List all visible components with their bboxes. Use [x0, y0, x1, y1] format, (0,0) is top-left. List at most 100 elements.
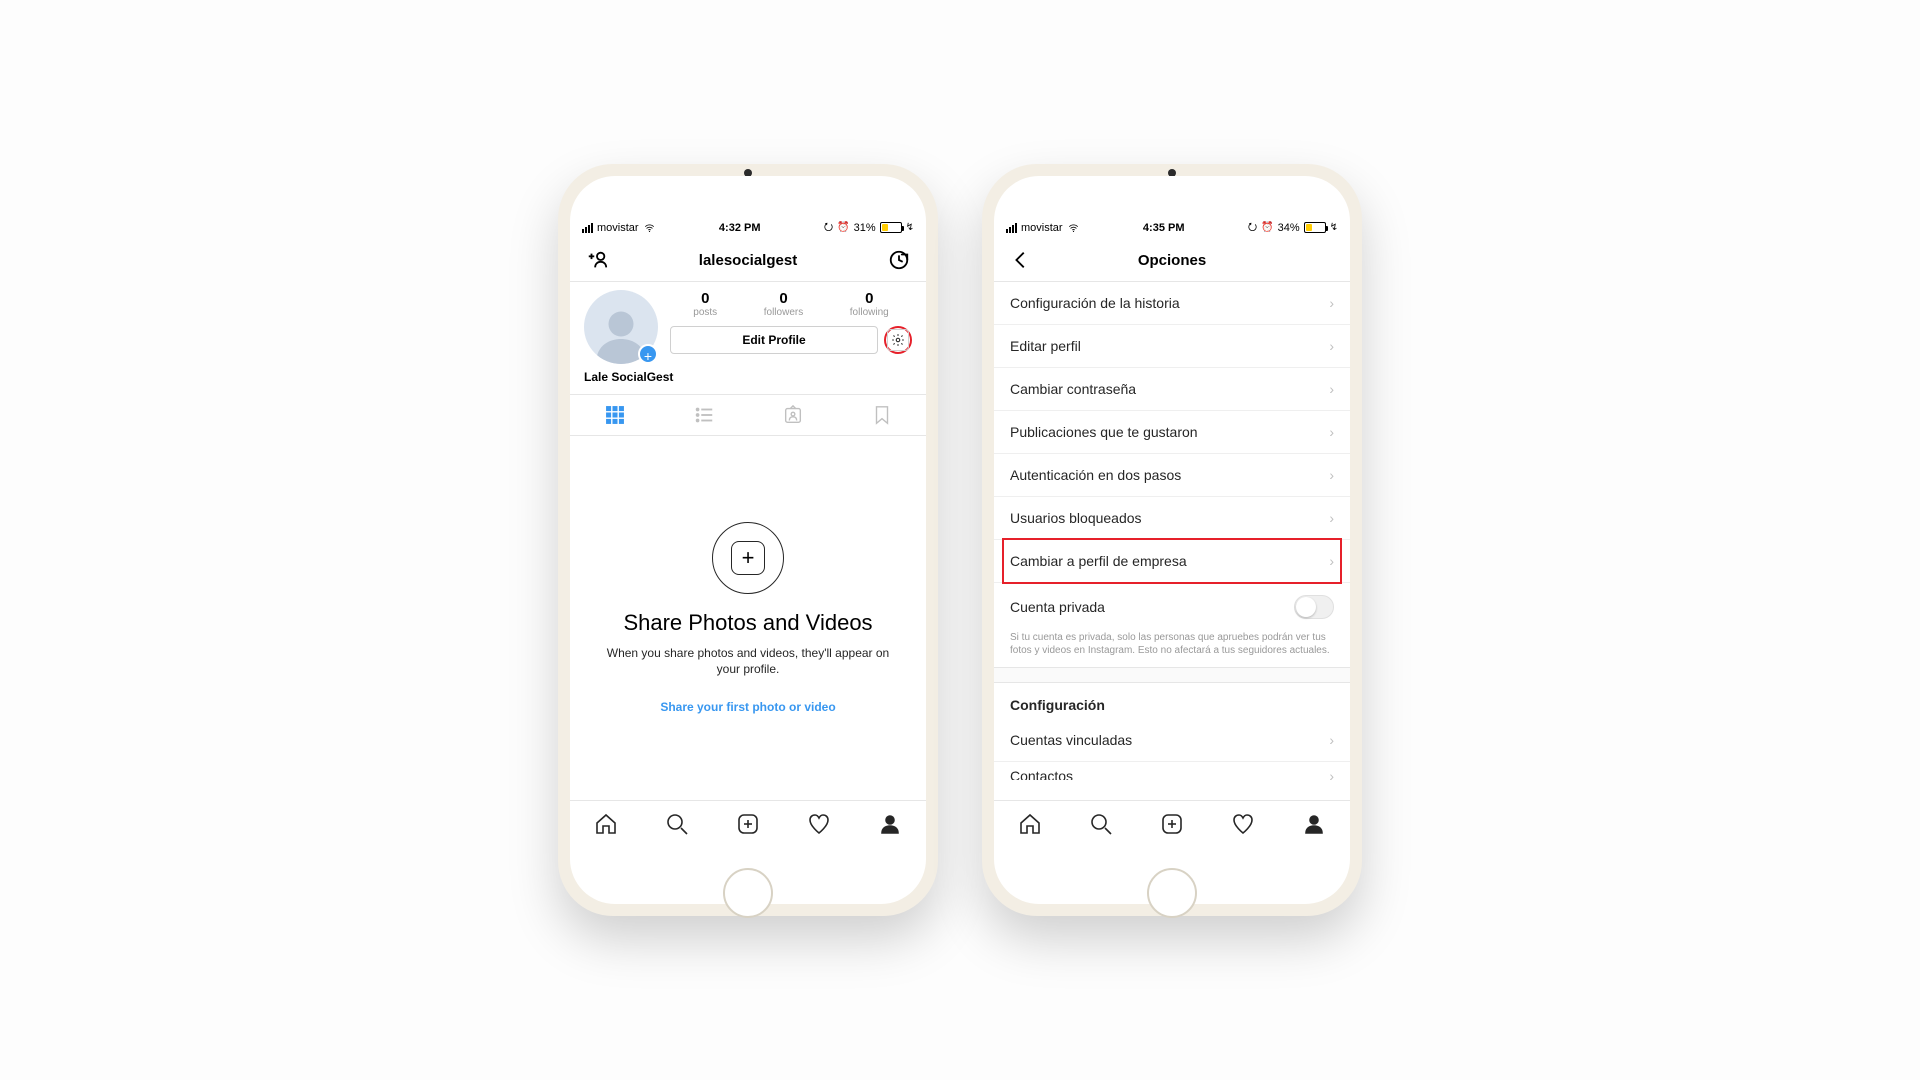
chevron-right-icon: ›: [1329, 338, 1334, 354]
bottom-nav: [570, 800, 926, 846]
profile-avatar[interactable]: +: [584, 290, 658, 364]
profile-header: lalesocialgest: [570, 239, 926, 282]
nav-add[interactable]: [712, 801, 783, 846]
setting-private-account[interactable]: Cuenta privada: [994, 583, 1350, 631]
setting-2fa[interactable]: Autenticación en dos pasos ›: [994, 454, 1350, 496]
list-icon: [693, 404, 715, 426]
profile-info-row: + 0 posts 0 followers 0 following: [570, 282, 926, 364]
bottom-nav: [994, 800, 1350, 846]
edit-profile-button[interactable]: Edit Profile: [670, 326, 878, 354]
setting-contacts[interactable]: Contactos ›: [994, 762, 1350, 780]
tab-grid[interactable]: [570, 395, 659, 435]
stat-following-count: 0: [850, 290, 889, 307]
signal-bars-icon: [582, 223, 593, 233]
profile-tabs: [570, 394, 926, 436]
nav-add[interactable]: [1136, 801, 1207, 846]
setting-switch-business[interactable]: Cambiar a perfil de empresa ›: [1004, 540, 1340, 582]
settings-button-highlight: [884, 326, 912, 354]
setting-label: Cuentas vinculadas: [1010, 732, 1132, 748]
settings-section-title: Configuración: [994, 683, 1350, 719]
carrier-label: movistar: [597, 222, 639, 234]
clock-label: 4:35 PM: [1143, 222, 1185, 234]
tab-list[interactable]: [659, 395, 748, 435]
nav-activity[interactable]: [784, 801, 855, 846]
signal-bars-icon: [1006, 223, 1017, 233]
status-bar: movistar 4:35 PM ⭮ ⏰ 34% ↯: [994, 216, 1350, 239]
iphone-home-button[interactable]: [723, 868, 773, 918]
wifi-icon: [1067, 223, 1080, 233]
add-post-icon: [736, 812, 760, 836]
empty-state-icon: +: [712, 522, 784, 594]
alarm-icon: ⏰: [837, 222, 849, 233]
setting-liked-posts[interactable]: Publicaciones que te gustaron ›: [994, 411, 1350, 453]
iphone-home-button[interactable]: [1147, 868, 1197, 918]
chevron-right-icon: ›: [1329, 467, 1334, 483]
carrier-label: movistar: [1021, 222, 1063, 234]
setting-edit-profile[interactable]: Editar perfil ›: [994, 325, 1350, 367]
heart-icon: [1231, 812, 1255, 836]
chevron-right-icon: ›: [1329, 510, 1334, 526]
tagged-icon: [782, 404, 804, 426]
search-icon: [1089, 812, 1113, 836]
battery-pct-label: 34%: [1278, 222, 1300, 234]
phone-right: movistar 4:35 PM ⭮ ⏰ 34% ↯: [982, 164, 1362, 916]
charging-icon: ↯: [1330, 222, 1338, 233]
phone-left: movistar 4:32 PM ⭮ ⏰ 31% ↯: [558, 164, 938, 916]
profile-icon: [878, 812, 902, 836]
setting-label: Configuración de la historia: [1010, 295, 1180, 311]
stat-posts[interactable]: 0 posts: [693, 290, 717, 318]
gear-icon: [891, 333, 905, 347]
setting-label: Cambiar contraseña: [1010, 381, 1136, 397]
empty-state: + Share Photos and Videos When you share…: [570, 436, 926, 800]
nav-search[interactable]: [641, 801, 712, 846]
stat-followers-label: followers: [764, 307, 803, 318]
display-name: Lale SocialGest: [570, 364, 926, 394]
screen-left: movistar 4:32 PM ⭮ ⏰ 31% ↯: [570, 176, 926, 904]
nav-activity[interactable]: [1208, 801, 1279, 846]
chevron-right-icon: ›: [1329, 381, 1334, 397]
setting-label: Autenticación en dos pasos: [1010, 467, 1181, 483]
orientation-lock-icon: ⭮: [1248, 218, 1257, 237]
chevron-right-icon: ›: [1329, 732, 1334, 748]
archive-button[interactable]: [886, 247, 912, 273]
discover-people-button[interactable]: [584, 247, 610, 273]
setting-blocked-users[interactable]: Usuarios bloqueados ›: [994, 497, 1350, 539]
profile-icon: [1302, 812, 1326, 836]
setting-story-config[interactable]: Configuración de la historia ›: [994, 282, 1350, 324]
username-title: lalesocialgest: [570, 252, 926, 269]
nav-home[interactable]: [994, 801, 1065, 846]
home-icon: [1018, 812, 1042, 836]
grid-icon: [604, 404, 626, 426]
setting-linked-accounts[interactable]: Cuentas vinculadas ›: [994, 719, 1350, 761]
tab-saved[interactable]: [837, 395, 926, 435]
chevron-right-icon: ›: [1329, 295, 1334, 311]
nav-home[interactable]: [570, 801, 641, 846]
stat-followers[interactable]: 0 followers: [764, 290, 803, 318]
nav-search[interactable]: [1065, 801, 1136, 846]
back-button[interactable]: [1008, 247, 1034, 273]
stat-posts-count: 0: [693, 290, 717, 307]
stat-following-label: following: [850, 307, 889, 318]
nav-profile[interactable]: [1279, 801, 1350, 846]
orientation-lock-icon: ⭮: [824, 218, 833, 237]
setting-label: Publicaciones que te gustaron: [1010, 424, 1198, 440]
stat-following[interactable]: 0 following: [850, 290, 889, 318]
alarm-icon: ⏰: [1261, 222, 1273, 233]
stat-followers-count: 0: [764, 290, 803, 307]
search-icon: [665, 812, 689, 836]
wifi-icon: [643, 223, 656, 233]
chevron-right-icon: ›: [1329, 553, 1334, 569]
settings-button[interactable]: [887, 329, 909, 351]
add-post-icon: [1160, 812, 1184, 836]
stat-posts-label: posts: [693, 307, 717, 318]
screen-right: movistar 4:35 PM ⭮ ⏰ 34% ↯: [994, 176, 1350, 904]
setting-change-password[interactable]: Cambiar contraseña ›: [994, 368, 1350, 410]
battery-pct-label: 31%: [854, 222, 876, 234]
private-account-toggle[interactable]: [1294, 595, 1334, 619]
status-bar: movistar 4:32 PM ⭮ ⏰ 31% ↯: [570, 216, 926, 239]
add-story-badge[interactable]: +: [638, 344, 658, 364]
nav-profile[interactable]: [855, 801, 926, 846]
tab-tagged[interactable]: [748, 395, 837, 435]
settings-list[interactable]: Configuración de la historia › Editar pe…: [994, 282, 1350, 800]
share-first-link[interactable]: Share your first photo or video: [660, 700, 835, 714]
